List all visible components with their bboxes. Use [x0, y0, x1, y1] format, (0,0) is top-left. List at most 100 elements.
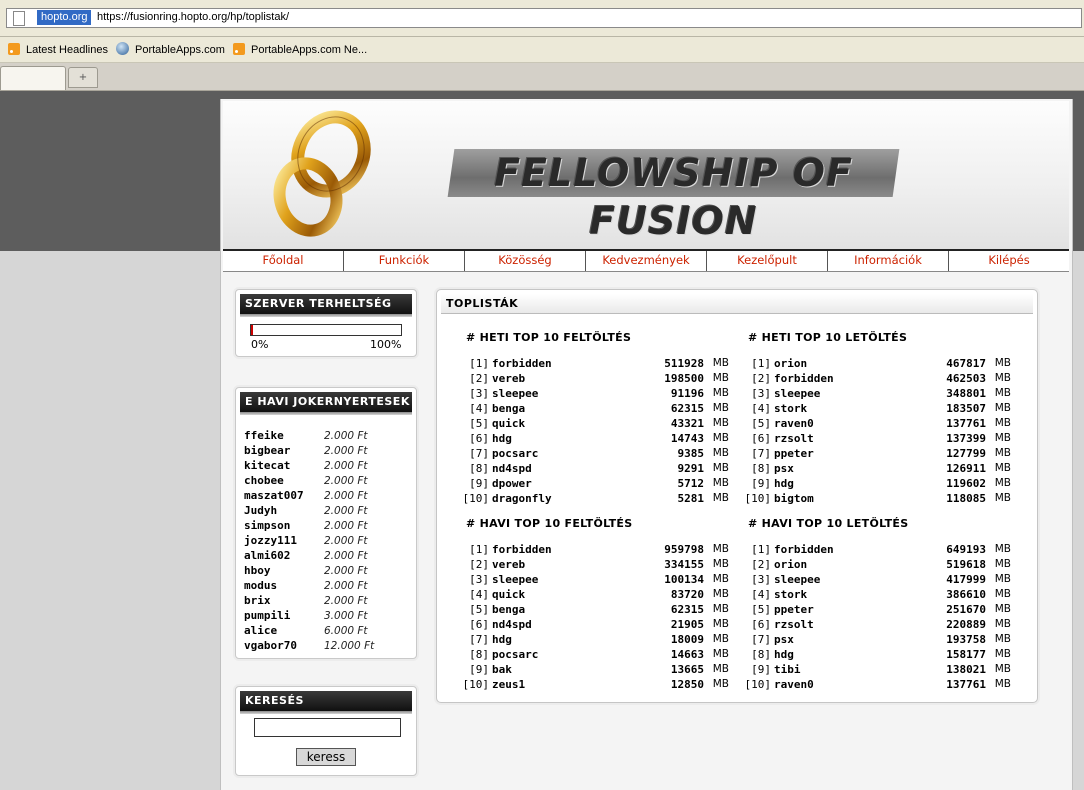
winner-row: kitecat 2.000 Ft [244, 458, 374, 473]
size-unit: MB [712, 492, 729, 504]
user-name: zeus1 [492, 678, 526, 691]
address-bar-area: hopto.org https://fusionring.hopto.org/h… [0, 0, 1084, 37]
toplist-row: [9] bak 13665 MB [461, 662, 729, 677]
toplist-row: [4] benga 62315 MB [461, 401, 729, 416]
winner-name: alice [244, 624, 278, 637]
size-unit: MB [994, 678, 1011, 690]
rank-label: [2] [469, 558, 489, 571]
user-name: bak [492, 663, 512, 676]
rank-label: [9] [469, 477, 489, 490]
site-banner: FELLOWSHIP OF FUSION [223, 101, 1069, 249]
winner-name: modus [244, 579, 278, 592]
transfer-size: 137761 [946, 417, 986, 430]
user-name: psx [774, 462, 794, 475]
nav-kezelopult[interactable]: Kezelőpult [707, 251, 828, 271]
nav-kozosseg[interactable]: Közösség [465, 251, 586, 271]
winner-amount: 3.000 Ft [324, 610, 368, 622]
load-min-label: 0% [251, 338, 269, 351]
toplist-panel: TOPLISTÁK # HETI TOP 10 FELTÖLTÉS [1] forb… [436, 289, 1038, 703]
transfer-size: 5281 [677, 492, 705, 505]
toplist-row: [5] raven0 137761 MB [743, 416, 1011, 431]
toplist-row: [7] psx 193758 MB [743, 632, 1011, 647]
url-input[interactable]: hopto.org https://fusionring.hopto.org/h… [6, 8, 1082, 28]
toplist-row: [2] forbidden 462503 MB [743, 371, 1011, 386]
transfer-size: 9291 [677, 462, 705, 475]
size-unit: MB [994, 477, 1011, 489]
size-unit: MB [994, 633, 1011, 645]
server-load-bar [250, 324, 402, 336]
rank-label: [8] [751, 648, 771, 661]
toplist-row: [6] nd4spd 21905 MB [461, 617, 729, 632]
nav-informaciok[interactable]: Információk [828, 251, 949, 271]
rss-icon [233, 43, 245, 55]
search-button[interactable]: keress [296, 748, 356, 766]
size-unit: MB [994, 432, 1011, 444]
size-unit: MB [712, 417, 729, 429]
user-name: rzsolt [774, 618, 814, 631]
nav-kedvezmenyek[interactable]: Kedvezmények [586, 251, 707, 271]
transfer-size: 18009 [670, 633, 704, 646]
user-name: psx [774, 633, 794, 646]
toplist-row: [3] sleepee 91196 MB [461, 386, 729, 401]
toplist-row: [5] ppeter 251670 MB [743, 602, 1011, 617]
transfer-size: 126911 [946, 462, 986, 475]
winner-row: vgabor70 12.000 Ft [244, 638, 374, 653]
size-unit: MB [712, 447, 729, 459]
transfer-size: 193758 [946, 633, 986, 646]
nav-fooldal[interactable]: Főoldal [223, 251, 344, 271]
rank-label: [4] [751, 588, 771, 601]
winners-list: ffeike 2.000 Ft bigbear 2.000 Ft kitecat 2.00… [244, 428, 374, 653]
winner-amount: 6.000 Ft [324, 625, 368, 637]
user-name: sleepee [492, 387, 539, 400]
winner-name: hboy [244, 564, 271, 577]
transfer-size: 386610 [946, 588, 986, 601]
size-unit: MB [994, 618, 1011, 630]
transfer-size: 100134 [664, 573, 704, 586]
tab-current[interactable] [0, 66, 66, 90]
rank-label: [1] [469, 357, 489, 370]
winner-amount: 2.000 Ft [324, 445, 368, 457]
user-name: ppeter [774, 447, 814, 460]
winner-name: ffeike [244, 429, 284, 442]
winner-row: jozzy111 2.000 Ft [244, 533, 374, 548]
rank-label: [3] [469, 573, 489, 586]
size-unit: MB [994, 417, 1011, 429]
user-name: quick [492, 417, 526, 430]
toplist-row: [3] sleepee 348801 MB [743, 386, 1011, 401]
size-unit: MB [994, 387, 1011, 399]
search-input[interactable] [254, 718, 401, 737]
rank-label: [7] [469, 633, 489, 646]
winner-row: hboy 2.000 Ft [244, 563, 374, 578]
nav-funkciok[interactable]: Funkciók [344, 251, 465, 271]
transfer-size: 334155 [664, 558, 704, 571]
rank-label: [2] [469, 372, 489, 385]
toplist-row: [9] hdg 119602 MB [743, 476, 1011, 491]
bookmark-latest-headlines[interactable]: Latest Headlines [8, 42, 108, 58]
bookmark-portableapps-news[interactable]: PortableApps.com Ne... [233, 42, 367, 58]
rank-label: [1] [751, 543, 771, 556]
bookmark-portableapps[interactable]: PortableApps.com [116, 42, 225, 58]
main-nav: Főoldal Funkciók Közösség Kedvezmények K… [223, 249, 1069, 272]
box-title: SZERVER TERHELTSÉG [240, 294, 412, 314]
size-unit: MB [994, 603, 1011, 615]
toplist-row: [3] sleepee 417999 MB [743, 572, 1011, 587]
winner-row: alice 6.000 Ft [244, 623, 374, 638]
nav-kilepes[interactable]: Kilépés [949, 251, 1069, 271]
toplist-row: [7] pocsarc 9385 MB [461, 446, 729, 461]
size-unit: MB [994, 372, 1011, 384]
size-unit: MB [994, 558, 1011, 570]
rank-label: [9] [751, 663, 771, 676]
user-name: pocsarc [492, 447, 539, 460]
size-unit: MB [994, 648, 1011, 660]
user-name: sleepee [774, 387, 821, 400]
size-unit: MB [994, 357, 1011, 369]
transfer-size: 519618 [946, 558, 986, 571]
new-tab-button[interactable]: + [68, 67, 98, 88]
rank-label: [7] [751, 447, 771, 460]
rank-label: [4] [469, 588, 489, 601]
user-name: forbidden [774, 372, 834, 385]
transfer-size: 14663 [670, 648, 704, 661]
transfer-size: 118085 [946, 492, 986, 505]
rank-label: [10] [462, 492, 490, 505]
transfer-size: 127799 [946, 447, 986, 460]
